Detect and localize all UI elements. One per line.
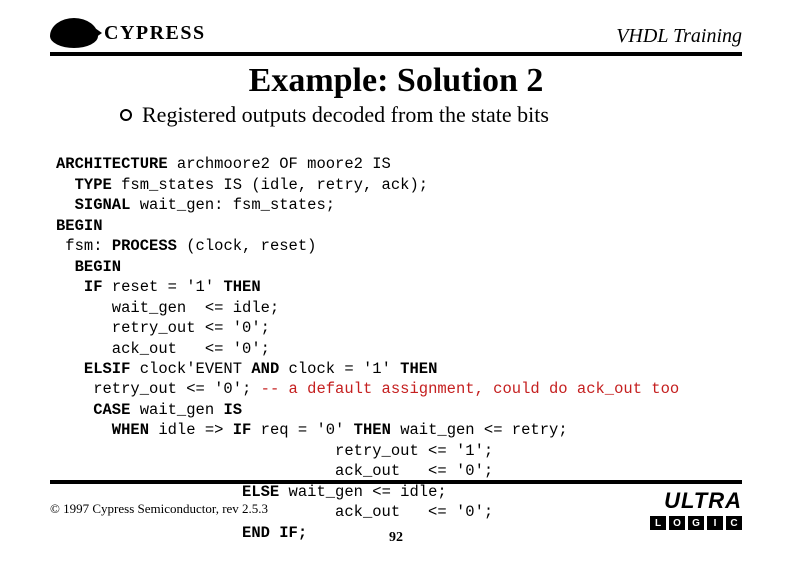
header-title: VHDL Training [616, 25, 742, 48]
footer: © 1997 Cypress Semiconductor, rev 2.5.3 … [50, 480, 742, 530]
cypress-icon [50, 18, 98, 48]
ultra-subtext: L O G I C [650, 516, 742, 530]
header: CYPRESS VHDL Training [50, 18, 742, 48]
code-text: idle => [149, 421, 233, 439]
code-text: ack_out <= '0'; [56, 340, 270, 358]
code-text: (clock, reset) [177, 237, 317, 255]
comment: -- a default assignment, could do ack_ou… [261, 380, 680, 398]
kw: IF [233, 421, 252, 439]
bullet-row: Registered outputs decoded from the stat… [120, 102, 742, 128]
footer-divider [50, 480, 742, 484]
kw: IS [223, 401, 242, 419]
code-text: wait_gen [130, 401, 223, 419]
kw: ARCHITECTURE [56, 155, 168, 173]
slide-title: Example: Solution 2 [50, 62, 742, 100]
code-text: fsm_states IS (idle, retry, ack); [112, 176, 428, 194]
code-text: ack_out <= '0'; [56, 462, 493, 480]
code-text: reset = '1' [103, 278, 224, 296]
kw: ELSIF [56, 360, 130, 378]
code-text: retry_out <= '1'; [56, 442, 493, 460]
kw: WHEN [56, 421, 149, 439]
header-divider [50, 52, 742, 56]
code-text: req = '0' [251, 421, 353, 439]
ultra-logo: ULTRA L O G I C [650, 488, 742, 530]
kw: THEN [354, 421, 391, 439]
code-text: archmoore2 OF moore2 IS [168, 155, 391, 173]
code-text: fsm: [56, 237, 112, 255]
kw: PROCESS [112, 237, 177, 255]
ultra-letter: L [650, 516, 666, 530]
ultra-text: ULTRA [650, 488, 742, 514]
code-text: clock = '1' [279, 360, 400, 378]
page-number: 92 [389, 530, 403, 546]
ultra-letter: O [669, 516, 685, 530]
code-text: wait_gen: fsm_states; [130, 196, 335, 214]
kw: AND [251, 360, 279, 378]
ultra-letter: G [688, 516, 704, 530]
kw: IF [56, 278, 103, 296]
code-text: clock'EVENT [130, 360, 251, 378]
kw: TYPE [56, 176, 112, 194]
kw: THEN [400, 360, 437, 378]
code-text: wait_gen <= idle; [56, 299, 279, 317]
copyright: © 1997 Cypress Semiconductor, rev 2.5.3 [50, 501, 268, 517]
logo-text: CYPRESS [104, 22, 206, 45]
logo: CYPRESS [50, 18, 206, 48]
ultra-letter: C [726, 516, 742, 530]
code-text: wait_gen <= retry; [391, 421, 568, 439]
kw: SIGNAL [56, 196, 130, 214]
kw: BEGIN [56, 217, 103, 235]
kw: THEN [223, 278, 260, 296]
ultra-letter: I [707, 516, 723, 530]
bullet-text: Registered outputs decoded from the stat… [142, 102, 549, 128]
footer-row: © 1997 Cypress Semiconductor, rev 2.5.3 … [50, 488, 742, 530]
kw: CASE [56, 401, 130, 419]
code-text: retry_out <= '0'; [56, 380, 261, 398]
kw: BEGIN [56, 258, 121, 276]
bullet-icon [120, 109, 132, 121]
code-text: retry_out <= '0'; [56, 319, 270, 337]
